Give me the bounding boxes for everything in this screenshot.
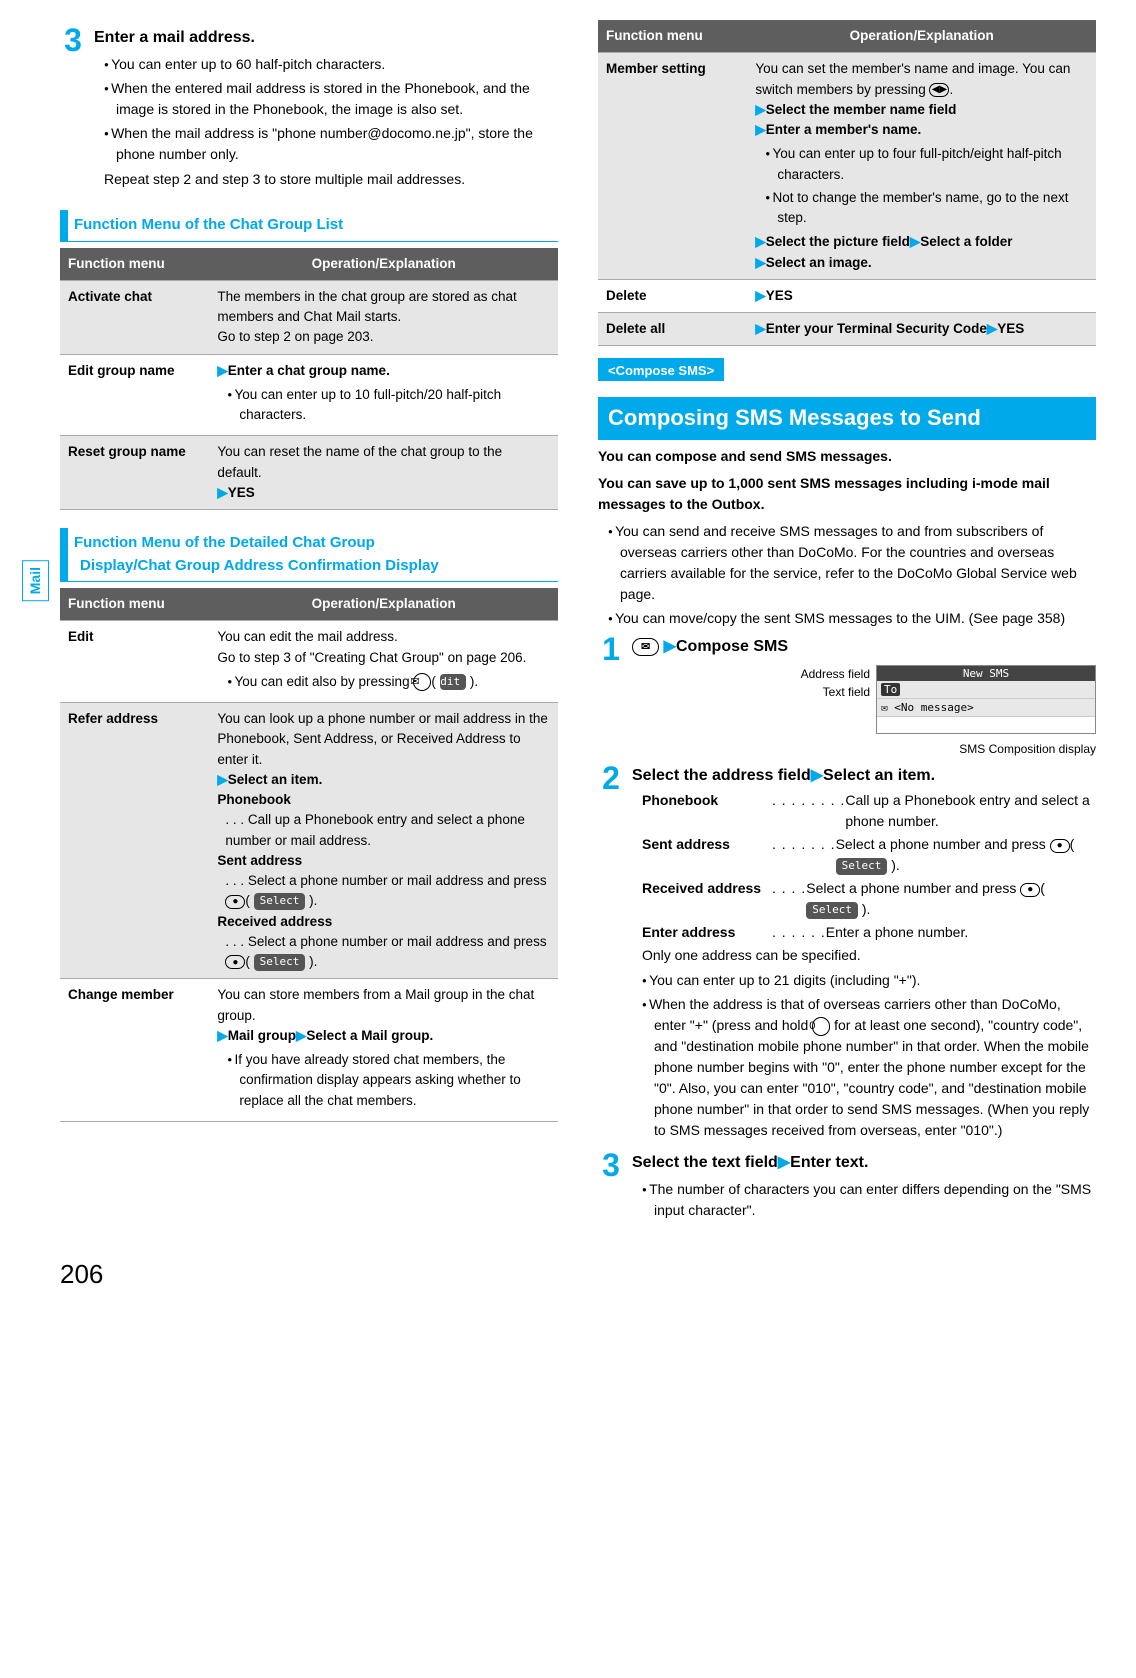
section-pre: <Compose SMS> bbox=[598, 358, 724, 381]
fm2-col-left: Function menu bbox=[60, 588, 209, 621]
opt-received-address-desc: Select a phone number and press ●( Selec… bbox=[806, 878, 1096, 920]
s3-number: 3 bbox=[598, 1151, 624, 1180]
select-softkey: Select bbox=[254, 893, 306, 910]
fm2-edit-name: Edit bbox=[60, 621, 209, 703]
fm1-edit-group-name: Edit group name bbox=[60, 354, 209, 436]
s3-title-b: Enter text. bbox=[790, 1154, 868, 1171]
opt-enter-address-desc: Enter a phone number. bbox=[826, 922, 1096, 943]
opt-phonebook-desc: Call up a Phonebook entry and select a p… bbox=[845, 790, 1096, 832]
sms-text-label: Text field bbox=[801, 683, 870, 701]
step3-bullet: When the mail address is "phone number@d… bbox=[104, 123, 558, 165]
fm1-col-left: Function menu bbox=[60, 248, 209, 281]
fmr-delete-all-desc: ▶Enter your Terminal Security Code▶YES bbox=[747, 313, 1096, 346]
center-key-icon: ● bbox=[225, 895, 245, 909]
fmr-col-left: Function menu bbox=[598, 20, 747, 53]
function-menu-table-2: Function menu Operation/Explanation Edit… bbox=[60, 588, 558, 1122]
select-softkey: Select bbox=[836, 858, 888, 875]
s3-title-a: Select the text field bbox=[632, 1154, 778, 1171]
fm1-heading: Function Menu of the Chat Group List bbox=[60, 210, 343, 241]
center-key-icon: ● bbox=[1050, 839, 1070, 853]
function-menu-table-right: Function menu Operation/Explanation Memb… bbox=[598, 20, 1096, 346]
fm1-reset-group-name: Reset group name bbox=[60, 436, 209, 510]
side-tab-mail: Mail bbox=[22, 560, 49, 601]
opt-sent-address: Sent address bbox=[642, 834, 772, 876]
fm2-heading: Function Menu of the Detailed Chat Group… bbox=[60, 528, 439, 581]
mail-icon: ✉ bbox=[632, 638, 659, 657]
section-title: Composing SMS Messages to Send bbox=[598, 397, 1096, 440]
intro-bullet: You can move/copy the sent SMS messages … bbox=[608, 608, 1096, 629]
fm1-activate-chat-desc: The members in the chat group are stored… bbox=[209, 280, 558, 354]
select-softkey: Select bbox=[254, 954, 306, 971]
nav-key-icon: ◀▶ bbox=[929, 83, 949, 97]
only-one-note: Only one address can be specified. bbox=[642, 945, 1096, 966]
sms-composition-screenshot: New SMS To ✉ <No message> bbox=[876, 665, 1096, 734]
sms-caption: SMS Composition display bbox=[632, 740, 1096, 758]
fm1-col-right: Operation/Explanation bbox=[209, 248, 558, 281]
center-key-icon: ● bbox=[1020, 883, 1040, 897]
select-softkey: Select bbox=[806, 902, 858, 919]
fmr-member-setting-name: Member setting bbox=[598, 53, 747, 280]
opt-sent-address-desc: Select a phone number and press ●( Selec… bbox=[836, 834, 1096, 876]
opt-enter-address: Enter address bbox=[642, 922, 772, 943]
step3-bullet: When the entered mail address is stored … bbox=[104, 78, 558, 120]
fmr-delete-desc: ▶YES bbox=[747, 279, 1096, 312]
step3-number: 3 bbox=[60, 26, 86, 55]
fm1-edit-group-desc: ▶Enter a chat group name. You can enter … bbox=[209, 354, 558, 436]
page-number: 206 bbox=[60, 1255, 1096, 1294]
mail-icon: ✉ bbox=[413, 673, 431, 692]
fmr-member-setting-desc: You can set the member's name and image.… bbox=[747, 53, 1096, 280]
s2-bullet: You can enter up to 21 digits (including… bbox=[642, 970, 1096, 991]
edit-softkey: Edit bbox=[440, 674, 467, 691]
center-key-icon: ● bbox=[225, 955, 245, 969]
fm2-refer-name: Refer address bbox=[60, 703, 209, 979]
fm1-activate-chat-name: Activate chat bbox=[60, 280, 209, 354]
intro-bullet: You can send and receive SMS messages to… bbox=[608, 521, 1096, 605]
fm1-reset-group-desc: You can reset the name of the chat group… bbox=[209, 436, 558, 510]
step3-repeat: Repeat step 2 and step 3 to store multip… bbox=[104, 169, 558, 190]
step3-title: Enter a mail address. bbox=[94, 26, 558, 50]
fmr-col-right: Operation/Explanation bbox=[747, 20, 1096, 53]
s1-action: Compose SMS bbox=[676, 638, 788, 655]
opt-received-address: Received address bbox=[642, 878, 772, 920]
fmr-delete-all-name: Delete all bbox=[598, 313, 747, 346]
s1-number: 1 bbox=[598, 635, 624, 664]
step3-bullet: You can enter up to 60 half-pitch charac… bbox=[104, 54, 558, 75]
s3-bullet: The number of characters you can enter d… bbox=[642, 1179, 1096, 1221]
s2-title-a: Select the address field bbox=[632, 767, 811, 784]
fm2-col-right: Operation/Explanation bbox=[209, 588, 558, 621]
fmr-delete-name: Delete bbox=[598, 279, 747, 312]
s2-bullet: When the address is that of overseas car… bbox=[642, 994, 1096, 1141]
zero-key-icon: 0 bbox=[812, 1017, 830, 1036]
function-menu-table-1: Function menu Operation/Explanation Acti… bbox=[60, 248, 558, 511]
fm2-change-member-desc: You can store members from a Mail group … bbox=[209, 979, 558, 1122]
sms-address-label: Address field bbox=[801, 665, 870, 683]
fm2-change-member-name: Change member bbox=[60, 979, 209, 1122]
fm2-refer-desc: You can look up a phone number or mail a… bbox=[209, 703, 558, 979]
intro-line-1: You can compose and send SMS messages. bbox=[598, 446, 1096, 467]
s2-title-b: Select an item. bbox=[823, 767, 935, 784]
fm2-edit-desc: You can edit the mail address. Go to ste… bbox=[209, 621, 558, 703]
s2-number: 2 bbox=[598, 764, 624, 793]
intro-line-2: You can save up to 1,000 sent SMS messag… bbox=[598, 473, 1096, 515]
opt-phonebook: Phonebook bbox=[642, 790, 772, 832]
